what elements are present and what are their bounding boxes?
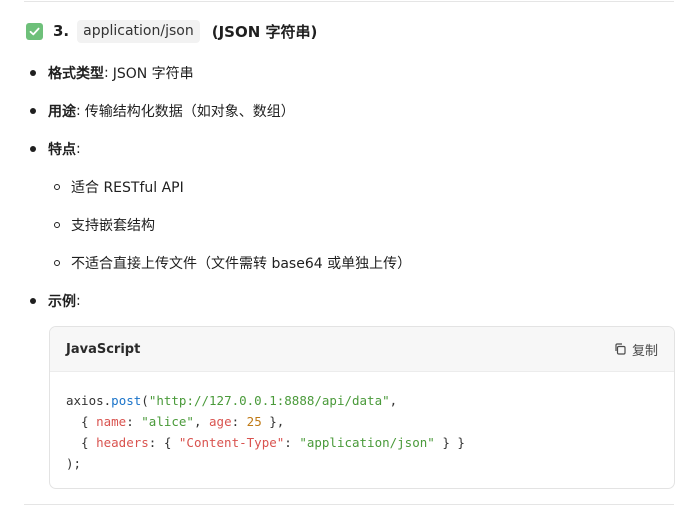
copy-icon [614, 343, 626, 355]
list-item: 特点: [30, 138, 81, 160]
code-line: { name: "alice", age: 25 }, [66, 414, 285, 429]
item-text: 传输结构化数据（如对象、数组） [84, 104, 295, 120]
item-label: 用途 [48, 104, 76, 120]
heading-code: application/json [77, 19, 200, 43]
code-line: { headers: { "Content-Type": "applicatio… [66, 435, 465, 450]
item-separator: : [76, 141, 81, 157]
section-heading: 3. application/json (JSON 字符串) [26, 18, 317, 44]
bullet-ring [54, 222, 60, 228]
sub-item-text: 支持嵌套结构 [71, 218, 155, 234]
code-block-header: JavaScript 复制 [50, 327, 674, 372]
list-item: 示例: [30, 290, 81, 312]
item-separator: : [104, 65, 109, 81]
sub-item-text: 不适合直接上传文件（文件需转 base64 或单独上传） [71, 256, 412, 272]
bullet-dot [30, 108, 36, 114]
list-item: 格式类型: JSON 字符串 [30, 62, 194, 84]
bottom-divider [24, 504, 674, 505]
item-text: JSON 字符串 [112, 66, 194, 82]
sub-list-item: 适合 RESTful API [54, 176, 184, 198]
bullet-dot [30, 298, 36, 304]
item-separator: : [76, 103, 81, 119]
code-line: ); [66, 456, 82, 471]
code-content: axios.post("http://127.0.0.1:8888/api/da… [50, 372, 674, 474]
code-line: axios.post("http://127.0.0.1:8888/api/da… [66, 393, 398, 408]
sub-list-item: 支持嵌套结构 [54, 214, 155, 236]
copy-button[interactable]: 复制 [614, 340, 658, 359]
top-divider [24, 1, 674, 2]
sub-list-item: 不适合直接上传文件（文件需转 base64 或单独上传） [54, 252, 411, 274]
item-label: 示例 [48, 294, 76, 310]
list-item: 用途: 传输结构化数据（如对象、数组） [30, 100, 295, 122]
code-block: JavaScript 复制 axios.post("http://127.0.0… [49, 326, 675, 489]
copy-label: 复制 [631, 343, 658, 359]
sub-item-text: 适合 RESTful API [71, 180, 184, 196]
bullet-ring [54, 184, 60, 190]
item-label: 特点 [48, 142, 76, 158]
code-language: JavaScript [66, 341, 141, 357]
bullet-ring [54, 260, 60, 266]
item-separator: : [76, 293, 81, 309]
bullet-dot [30, 70, 36, 76]
heading-subtitle: (JSON 字符串) [211, 22, 318, 41]
item-label: 格式类型 [48, 66, 104, 82]
check-icon [26, 22, 43, 40]
heading-number: 3. [53, 22, 70, 40]
bullet-dot [30, 146, 36, 152]
